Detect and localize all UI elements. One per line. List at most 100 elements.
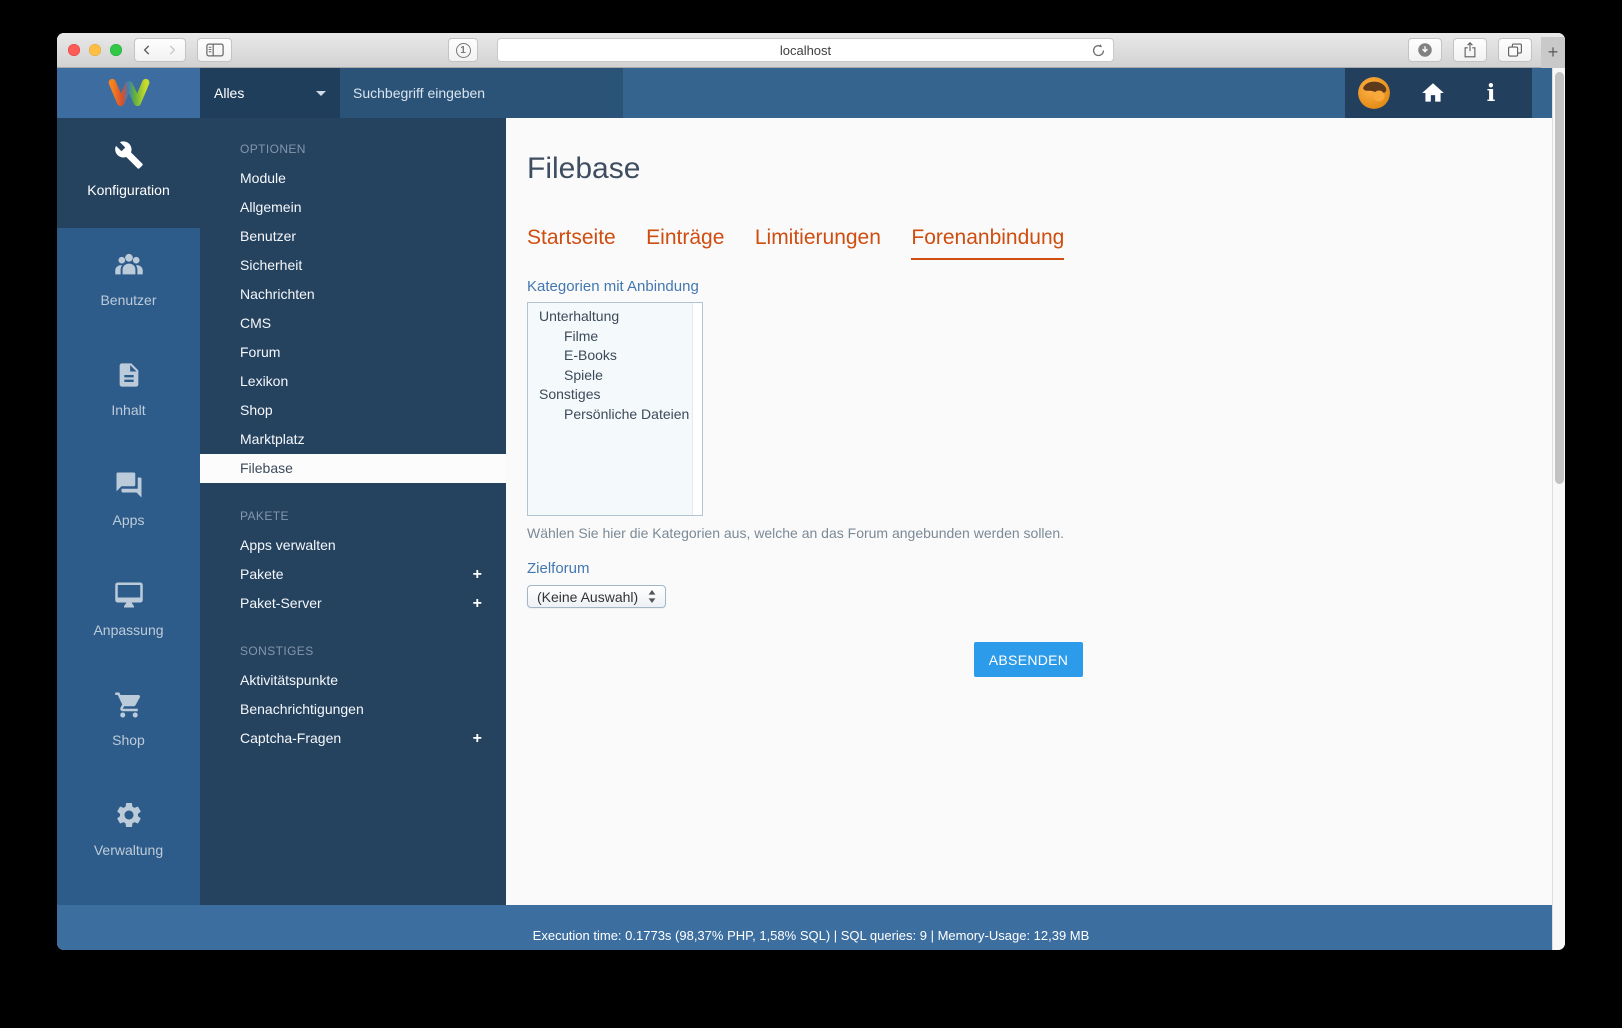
main-content: Filebase Startseite Einträge Limitierung… — [506, 118, 1552, 905]
menu-section-title: PAKETE — [200, 502, 506, 531]
new-tab-button[interactable]: + — [1541, 37, 1565, 68]
category-field-help: Wählen Sie hier die Kategorien aus, welc… — [527, 525, 1552, 541]
submit-button[interactable]: ABSENDEN — [974, 642, 1083, 677]
menu-item-filebase[interactable]: Filebase — [200, 454, 506, 483]
sidebar-item-inhalt[interactable]: Inhalt — [57, 338, 200, 448]
sidebar-item-benutzer[interactable]: Benutzer — [57, 228, 200, 338]
sidebar-item-anpassung[interactable]: Anpassung — [57, 558, 200, 668]
search-input[interactable]: Suchbegriff eingeben — [340, 68, 623, 118]
forward-button[interactable] — [159, 38, 186, 62]
menu-item-captcha-fragen[interactable]: Captcha-Fragen + — [200, 724, 506, 753]
one-password-icon: 1 — [456, 43, 471, 58]
menu-item-forum[interactable]: Forum — [200, 338, 506, 367]
chevron-down-icon — [316, 91, 326, 96]
comments-icon — [114, 470, 144, 500]
menu-item-pakete[interactable]: Pakete + — [200, 560, 506, 589]
menu-section-sonstiges: SONSTIGES Aktivitätspunkte Benachrichtig… — [200, 637, 506, 753]
menu-item-label: Captcha-Fragen — [240, 730, 341, 746]
menu-item-apps-verwalten[interactable]: Apps verwalten — [200, 531, 506, 560]
menu-section-optionen: OPTIONEN Module Allgemein Benutzer Siche… — [200, 135, 506, 483]
acp-body: Konfiguration Benutzer Inhalt Apps Anpas… — [57, 118, 1565, 905]
download-icon — [1416, 41, 1434, 59]
plus-icon[interactable]: + — [473, 724, 482, 753]
menu-item-label: Paket-Server — [240, 595, 322, 611]
avatar[interactable] — [1358, 77, 1390, 109]
target-forum-select[interactable]: (Keine Auswahl) — [527, 585, 666, 608]
sidebar-item-konfiguration[interactable]: Konfiguration — [57, 118, 200, 228]
cart-icon — [114, 690, 144, 720]
downloads-button[interactable] — [1408, 38, 1442, 62]
listbox-option[interactable]: Sonstiges — [528, 385, 702, 405]
plus-icon[interactable]: + — [473, 589, 482, 618]
page-scrollbar[interactable] — [1552, 68, 1565, 950]
share-button[interactable] — [1453, 38, 1487, 62]
listbox-option[interactable]: Unterhaltung — [528, 307, 702, 327]
users-icon — [113, 250, 145, 280]
minimize-window-button[interactable] — [89, 44, 101, 56]
sidebar-item-label: Verwaltung — [94, 842, 163, 858]
menu-item-aktivitaetspunkte[interactable]: Aktivitätspunkte — [200, 666, 506, 695]
address-bar[interactable]: localhost — [497, 38, 1114, 62]
monitor-icon — [114, 580, 144, 610]
sidebar-item-label: Inhalt — [111, 402, 145, 418]
menu-item-module[interactable]: Module — [200, 164, 506, 193]
listbox-option[interactable]: E-Books — [528, 346, 702, 366]
sidebar-item-label: Benutzer — [100, 292, 156, 308]
listbox-option[interactable]: Filme — [528, 327, 702, 347]
plus-icon: + — [1548, 42, 1559, 63]
sidebar-item-label: Anpassung — [93, 622, 163, 638]
menu-section-pakete: PAKETE Apps verwalten Pakete + Paket-Ser… — [200, 502, 506, 618]
tab-forenanbindung[interactable]: Forenanbindung — [911, 226, 1064, 260]
tab-overview-button[interactable] — [1498, 38, 1532, 62]
chevron-left-icon — [140, 43, 154, 57]
menu-item-allgemein[interactable]: Allgemein — [200, 193, 506, 222]
browser-titlebar: 1 localhost + — [57, 33, 1565, 68]
app-logo[interactable] — [57, 68, 200, 118]
tab-eintraege[interactable]: Einträge — [646, 226, 724, 258]
menu-item-paket-server[interactable]: Paket-Server + — [200, 589, 506, 618]
menu-section-title: OPTIONEN — [200, 135, 506, 164]
menu-item-benutzer[interactable]: Benutzer — [200, 222, 506, 251]
menu-item-marktplatz[interactable]: Marktplatz — [200, 425, 506, 454]
sidebar-toggle-button[interactable] — [197, 38, 232, 62]
share-icon — [1461, 41, 1479, 59]
tab-startseite[interactable]: Startseite — [527, 226, 616, 258]
sidebar-item-shop[interactable]: Shop — [57, 668, 200, 778]
zoom-window-button[interactable] — [110, 44, 122, 56]
search-placeholder: Suchbegriff eingeben — [353, 85, 485, 101]
gear-icon — [114, 800, 144, 830]
listbox-option[interactable]: Persönliche Dateien — [528, 405, 702, 425]
menu-item-benachrichtigungen[interactable]: Benachrichtigungen — [200, 695, 506, 724]
menu-item-cms[interactable]: CMS — [200, 309, 506, 338]
wrench-icon — [114, 140, 144, 170]
sidebar-item-apps[interactable]: Apps — [57, 448, 200, 558]
tabs-icon — [1506, 41, 1524, 59]
status-bar: Execution time: 0.1773s (98,37% PHP, 1,5… — [57, 905, 1565, 950]
listbox-scrollbar[interactable] — [692, 303, 702, 515]
info-button[interactable]: i — [1476, 78, 1506, 108]
woltlab-logo-icon — [106, 76, 152, 110]
menu-item-nachrichten[interactable]: Nachrichten — [200, 280, 506, 309]
search-scope-dropdown[interactable]: Alles — [200, 68, 340, 118]
tab-bar: Startseite Einträge Limitierungen Forena… — [527, 226, 1552, 260]
page-title: Filebase — [527, 152, 1552, 186]
menu-item-shop[interactable]: Shop — [200, 396, 506, 425]
tab-limitierungen[interactable]: Limitierungen — [755, 226, 881, 258]
info-icon: i — [1487, 80, 1496, 107]
password-extension-button[interactable]: 1 — [448, 38, 478, 62]
sidebar-item-label: Apps — [113, 512, 145, 528]
home-button[interactable] — [1418, 78, 1448, 108]
close-window-button[interactable] — [68, 44, 80, 56]
chevron-right-icon — [165, 43, 179, 57]
back-button[interactable] — [134, 38, 160, 62]
select-arrows-icon — [648, 590, 656, 603]
category-multiselect[interactable]: Unterhaltung Filme E-Books Spiele Sonsti… — [527, 302, 703, 516]
menu-item-sicherheit[interactable]: Sicherheit — [200, 251, 506, 280]
plus-icon[interactable]: + — [473, 560, 482, 589]
scrollbar-thumb[interactable] — [1555, 72, 1564, 484]
browser-window: 1 localhost + — [57, 33, 1565, 950]
sidebar-item-verwaltung[interactable]: Verwaltung — [57, 778, 200, 888]
menu-item-lexikon[interactable]: Lexikon — [200, 367, 506, 396]
reload-icon[interactable] — [1091, 43, 1106, 63]
listbox-option[interactable]: Spiele — [528, 366, 702, 386]
